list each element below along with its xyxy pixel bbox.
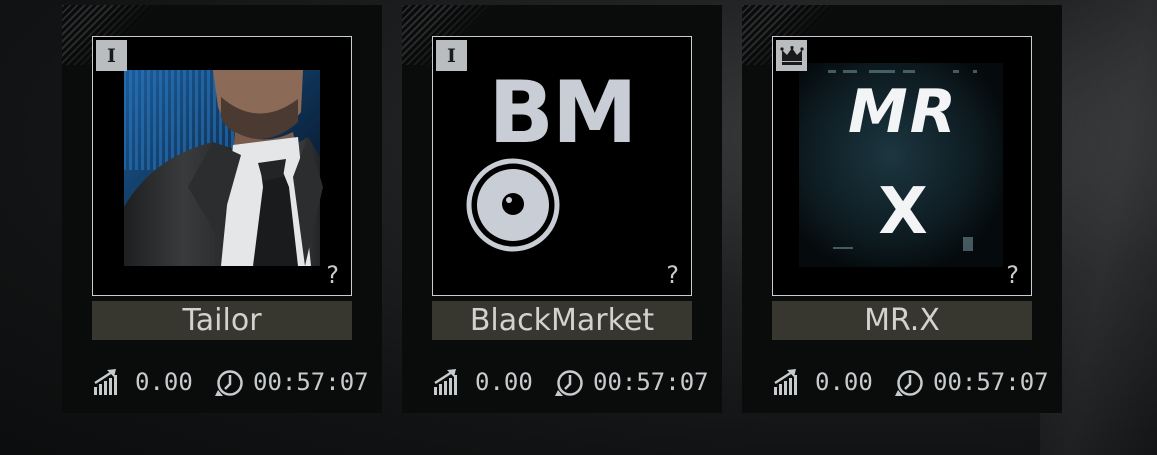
clock-icon (895, 370, 923, 396)
standing-value: 0.00 (815, 368, 873, 396)
restock-timer: 00:57:07 (593, 368, 709, 396)
unknown-mark: ? (1006, 261, 1019, 289)
mrx-screen-background (799, 63, 1003, 267)
trader-card-tailor[interactable]: I ? Tailor 0.00 00:57:07 (62, 5, 382, 413)
standing-icon (774, 369, 797, 395)
trader-portrait[interactable]: MR X ? (772, 36, 1032, 296)
loyalty-badge: I (436, 40, 467, 71)
standing-icon (94, 369, 117, 395)
clock-icon (215, 370, 243, 396)
target-eye-icon (466, 158, 560, 252)
crown-icon (776, 40, 807, 71)
trader-portrait[interactable]: I BM ? (432, 36, 692, 296)
trader-card-blackmarket[interactable]: I BM ? BlackMarket 0.00 00:57:07 (402, 5, 722, 413)
trader-name: MR.X (772, 301, 1032, 340)
unknown-mark: ? (326, 261, 339, 289)
trader-stats: 0.00 00:57:07 (62, 366, 382, 398)
restock-timer: 00:57:07 (933, 368, 1049, 396)
trader-name: Tailor (92, 301, 352, 340)
standing-icon (434, 369, 457, 395)
unknown-mark: ? (666, 261, 679, 289)
standing-value: 0.00 (475, 368, 533, 396)
tailor-portrait-image (124, 70, 323, 266)
standing-value: 0.00 (135, 368, 193, 396)
restock-timer: 00:57:07 (253, 368, 369, 396)
clock-icon (555, 370, 583, 396)
mrx-logo-line: X (878, 175, 928, 249)
trader-card-mrx[interactable]: MR X ? MR.X 0.00 00:57:07 (742, 5, 1062, 413)
loyalty-badge: I (96, 40, 127, 71)
trader-stats: 0.00 00:57:07 (742, 366, 1062, 398)
trader-stats: 0.00 00:57:07 (402, 366, 722, 398)
trader-name: BlackMarket (432, 301, 692, 340)
bm-logo-text: BM (488, 63, 637, 163)
trader-portrait[interactable]: I ? (92, 36, 352, 296)
mrx-logo-line: MR (848, 77, 958, 147)
